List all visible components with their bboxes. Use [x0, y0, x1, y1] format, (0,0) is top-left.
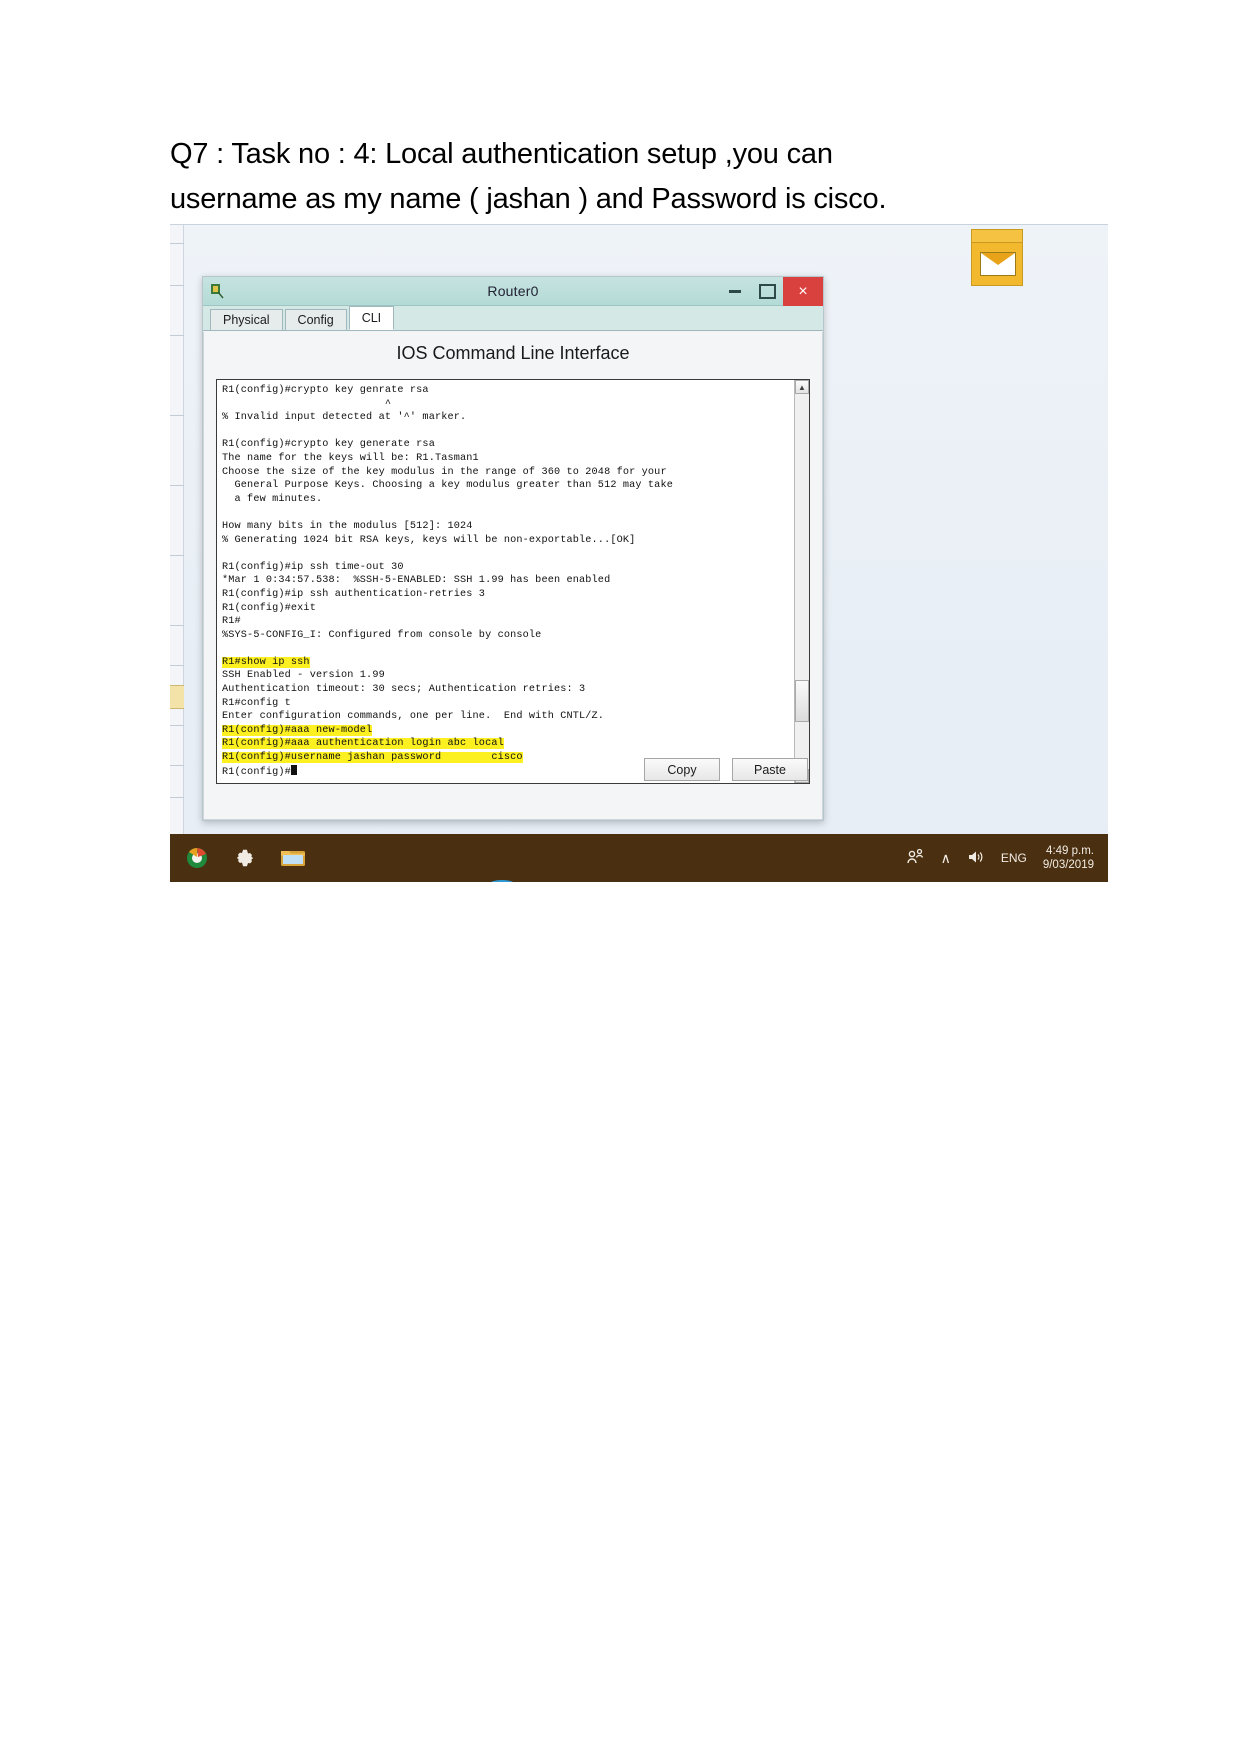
people-network-icon[interactable]	[905, 848, 925, 869]
terminal-line: *Mar 1 0:34:57.538: %SSH-5-ENABLED: SSH …	[222, 575, 611, 587]
packet-tracer-icon[interactable]	[184, 845, 210, 871]
terminal-cursor	[290, 764, 297, 775]
scrollbar-up-button[interactable]: ▲	[795, 380, 809, 394]
left-tool-strip	[170, 225, 184, 837]
copy-button[interactable]: Copy	[644, 758, 720, 781]
terminal-line: R1#config t	[222, 697, 291, 709]
envelope-icon	[980, 252, 1016, 276]
scrollbar-thumb[interactable]	[795, 680, 809, 722]
cli-heading: IOS Command Line Interface	[396, 343, 630, 363]
terminal-line: R1(config)#crypto key generate rsa	[222, 439, 435, 451]
taskbar-clock[interactable]: 4:49 p.m. 9/03/2019	[1043, 844, 1094, 872]
highlighted-text: R1#show ip ssh	[222, 656, 310, 668]
speaker-icon[interactable]	[967, 849, 985, 868]
highlighted-text: R1(config)#aaa authentication login abc …	[222, 738, 504, 750]
terminal-line: R1(config)#aaa new-model	[222, 724, 789, 738]
paste-button[interactable]: Paste	[732, 758, 808, 781]
terminal-line: General Purpose Keys. Choosing a key mod…	[222, 480, 673, 492]
yellow-folder-icon	[971, 229, 1023, 243]
taskbar-icon-group	[170, 845, 306, 871]
window-titlebar[interactable]: Router0 ×	[203, 277, 823, 306]
terminal-container: R1(config)#crypto key genrate rsa ^ % Inv…	[216, 379, 810, 784]
terminal-line: Authentication timeout: 30 secs; Authent…	[222, 684, 586, 696]
clock-date: 9/03/2019	[1042, 859, 1094, 871]
terminal-line: R1(config)#ip ssh authentication-retries…	[222, 588, 486, 600]
cli-button-row: Copy Paste	[644, 758, 808, 781]
left-strip-highlight	[170, 685, 184, 709]
cli-panel: IOS Command Line Interface R1(config)#cr…	[203, 332, 823, 820]
terminal-line: % Invalid input detected at '^' marker.	[222, 412, 467, 424]
maximize-button[interactable]	[751, 277, 783, 306]
terminal-line: Choose the size of the key modulus in th…	[222, 466, 667, 478]
tab-physical[interactable]: Physical	[210, 309, 283, 330]
clock-time: 4:49 p.m.	[1046, 845, 1094, 857]
terminal-line: R1(config)#exit	[222, 602, 316, 614]
embedded-screenshot: Router0 × Physical Config CLI IOS Comman…	[170, 224, 1108, 892]
chevron-up-icon[interactable]: ∧	[941, 850, 951, 867]
settings-gear-icon[interactable]	[232, 845, 258, 871]
terminal-line: How many bits in the modulus [512]: 1024	[222, 520, 473, 532]
terminal-line: % Generating 1024 bit RSA keys, keys wil…	[222, 534, 636, 546]
terminal-line: R1(config)#aaa authentication login abc …	[222, 737, 789, 751]
close-button[interactable]: ×	[783, 277, 823, 306]
terminal-line: R1#	[222, 616, 241, 628]
highlighted-text: R1(config)#username jashan password cisc…	[222, 752, 523, 764]
minimize-button[interactable]	[719, 277, 751, 306]
tab-config[interactable]: Config	[284, 309, 347, 330]
terminal-line: ^	[222, 398, 392, 410]
system-tray: ∧ ENG 4:49 p.m. 9/03/2019	[905, 844, 1108, 872]
terminal-line: The name for the keys will be: R1.Tasman…	[222, 452, 479, 464]
page-title: Q7 : Task no : 4: Local authentication s…	[170, 132, 1050, 222]
terminal-line: R1#show ip ssh	[222, 656, 789, 670]
terminal-line: Enter configuration commands, one per li…	[222, 711, 605, 723]
window-tabbar: Physical Config CLI	[203, 306, 823, 331]
router-device-icon	[210, 283, 224, 299]
heading-line-2: username as my name ( jashan ) and Passw…	[170, 183, 887, 215]
terminal-line: a few minutes.	[222, 493, 323, 505]
terminal-line: R1(config)#ip ssh time-out 30	[222, 561, 404, 573]
window-controls: ×	[719, 277, 823, 306]
terminal-line: %SYS-5-CONFIG_I: Configured from console…	[222, 629, 542, 641]
highlighted-text: R1(config)#aaa new-model	[222, 724, 373, 736]
heading-line-1: Q7 : Task no : 4: Local authentication s…	[170, 138, 833, 170]
windows-taskbar: ∧ ENG 4:49 p.m. 9/03/2019	[170, 834, 1108, 882]
file-explorer-icon[interactable]	[280, 845, 306, 871]
terminal-scrollbar[interactable]: ▲ ▼	[794, 380, 809, 783]
tab-cli[interactable]: CLI	[348, 306, 395, 330]
language-indicator[interactable]: ENG	[1001, 851, 1027, 865]
terminal-line: SSH Enabled - version 1.99	[222, 670, 385, 682]
page-root: Q7 : Task no : 4: Local authentication s…	[0, 0, 1241, 1754]
router-window: Router0 × Physical Config CLI IOS Comman…	[202, 276, 824, 821]
terminal-output[interactable]: R1(config)#crypto key genrate rsa ^ % Inv…	[217, 380, 794, 783]
screenshot-bottom-edge	[170, 882, 1108, 892]
terminal-line: R1(config)#crypto key genrate rsa	[222, 385, 429, 396]
